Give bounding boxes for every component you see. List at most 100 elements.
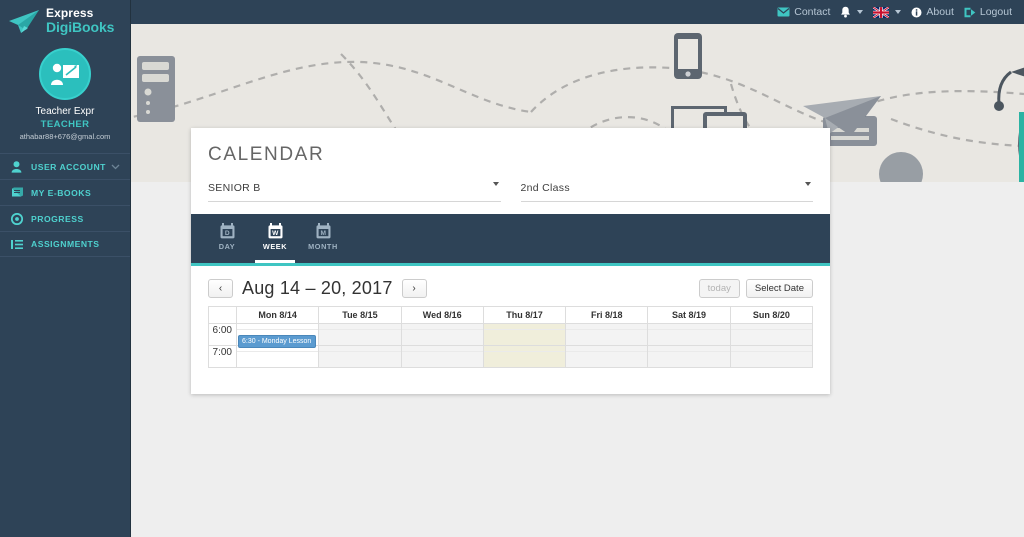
calendar-grid-wrap: Mon 8/14 Tue 8/15 Wed 8/16 Thu 8/17 Fri … (191, 299, 830, 368)
tab-month[interactable]: M MONTH (299, 211, 347, 263)
half-hour-divider (648, 329, 730, 340)
svg-text:W: W (272, 230, 279, 237)
language-menu[interactable] (873, 6, 902, 18)
slot-tue-7[interactable] (318, 345, 402, 368)
calendar-grid: Mon 8/14 Tue 8/15 Wed 8/16 Thu 8/17 Fri … (208, 306, 814, 368)
info-circle-icon (911, 7, 922, 17)
list-icon (10, 238, 23, 251)
logout-label: Logout (979, 6, 1012, 18)
event-monday-lesson[interactable]: 6:30 - Monday Lesson (238, 335, 317, 348)
slot-mon-6[interactable]: 6:30 - Monday Lesson (235, 323, 320, 348)
contact-link[interactable]: Contact (777, 6, 830, 18)
envelope-icon (777, 7, 790, 17)
sidebar-item-assignments[interactable]: ASSIGNMENTS (0, 231, 130, 257)
book-icon (10, 186, 23, 199)
logout-link[interactable]: Logout (964, 6, 1012, 18)
slot-wed-6[interactable] (400, 323, 484, 346)
date-range-title: Aug 14 – 20, 2017 (242, 278, 393, 298)
slot-wed-7[interactable] (400, 345, 484, 368)
level-select[interactable]: SENIOR B (208, 178, 501, 202)
teacher-avatar-icon (51, 63, 79, 85)
sidebar-item-label: USER ACCOUNT (31, 161, 106, 172)
select-date-button[interactable]: Select Date (745, 279, 813, 298)
chevron-down-icon (805, 182, 811, 186)
today-button[interactable]: today (698, 279, 740, 298)
calendar-day-icon: D (220, 223, 234, 239)
paper-plane-icon (9, 10, 39, 33)
slot-row-7: 7:00 (208, 345, 814, 368)
user-profile: Teacher Expr TEACHER athabar88+676@gmal.… (0, 48, 130, 141)
sign-out-icon (964, 7, 976, 17)
half-hour-divider (566, 329, 648, 340)
sidebar-item-my-ebooks[interactable]: MY E-BOOKS (0, 179, 130, 205)
slot-sun-7[interactable] (729, 345, 814, 368)
day-header-sun[interactable]: Sun 8/20 (729, 306, 814, 324)
server-icon (137, 56, 175, 122)
time-label-7: 7:00 (208, 345, 237, 368)
slot-mon-7[interactable] (235, 345, 320, 368)
slot-thu-6[interactable] (482, 323, 567, 346)
calendar-body: 6:00 6:30 - Monday Lesson 7:00 (208, 323, 814, 368)
half-hour-divider (566, 351, 648, 362)
slot-thu-7[interactable] (482, 345, 567, 368)
slot-sat-7[interactable] (647, 345, 731, 368)
logo-line2: DigiBooks (46, 18, 115, 35)
level-select-value: SENIOR B (208, 182, 261, 194)
slot-sat-6[interactable] (647, 323, 731, 346)
half-hour-divider (319, 329, 401, 340)
calendar-month-icon: M (316, 223, 330, 239)
svg-text:D: D (224, 230, 229, 237)
calendar-toolbar: ‹ Aug 14 – 20, 2017 › today Select Date (191, 266, 830, 299)
page-title: CALENDAR (208, 144, 325, 165)
tab-week[interactable]: W WEEK (251, 211, 299, 263)
user-icon (10, 160, 23, 173)
sidebar-item-user-account[interactable]: USER ACCOUNT (0, 153, 130, 179)
time-label-6: 6:00 (208, 323, 237, 346)
day-header-row: Mon 8/14 Tue 8/15 Wed 8/16 Thu 8/17 Fri … (208, 306, 814, 324)
calendar-head: Mon 8/14 Tue 8/15 Wed 8/16 Thu 8/17 Fri … (208, 306, 814, 324)
class-select[interactable]: 2nd Class (520, 178, 813, 202)
about-label: About (926, 6, 954, 18)
sidebar-item-progress[interactable]: PROGRESS (0, 205, 130, 231)
user-email: athabar88+676@gmal.com (19, 132, 111, 141)
day-header-tue[interactable]: Tue 8/15 (318, 306, 402, 324)
avatar[interactable] (39, 48, 91, 100)
slot-fri-7[interactable] (565, 345, 649, 368)
day-header-wed[interactable]: Wed 8/16 (400, 306, 484, 324)
half-hour-divider (648, 351, 730, 362)
sidebar-item-label: ASSIGNMENTS (31, 239, 100, 249)
slot-fri-6[interactable] (565, 323, 649, 346)
tab-week-label: WEEK (262, 242, 288, 251)
prev-week-button[interactable]: ‹ (208, 279, 233, 298)
slot-row-6: 6:00 6:30 - Monday Lesson (208, 323, 814, 348)
progress-circle-icon (10, 212, 23, 225)
chevron-down-icon (895, 10, 902, 14)
half-hour-divider (483, 351, 566, 362)
user-role: TEACHER (40, 119, 90, 130)
slot-tue-6[interactable] (318, 323, 402, 346)
svg-text:M: M (320, 230, 326, 237)
day-header-fri[interactable]: Fri 8/18 (565, 306, 649, 324)
day-header-mon[interactable]: Mon 8/14 (235, 306, 320, 324)
chevron-down-icon (492, 182, 499, 186)
toolbar-actions: today Select Date (698, 279, 813, 298)
day-header-thu[interactable]: Thu 8/17 (482, 306, 567, 324)
half-hour-divider (730, 351, 812, 362)
next-week-button[interactable]: › (401, 279, 427, 298)
chevron-down-icon (111, 164, 120, 170)
contact-label: Contact (794, 6, 831, 18)
half-hour-divider (237, 351, 319, 362)
day-header-sat[interactable]: Sat 8/19 (647, 306, 731, 324)
about-link[interactable]: About (911, 6, 954, 18)
brand-logo[interactable]: Express DigiBooks (0, 0, 130, 40)
slot-sun-6[interactable] (729, 323, 814, 346)
sidebar-item-label: PROGRESS (31, 213, 84, 224)
calendar-card: CALENDAR SENIOR B 2nd Class D DAY W WEEK… (191, 128, 830, 394)
tab-day[interactable]: D DAY (203, 211, 251, 263)
uk-flag-icon (873, 6, 890, 18)
card-header: CALENDAR SENIOR B 2nd Class (191, 128, 830, 202)
time-axis-header (208, 306, 237, 324)
notifications-menu[interactable] (840, 6, 864, 18)
class-select-value: 2nd Class (520, 182, 570, 194)
chevron-down-icon (857, 10, 864, 14)
